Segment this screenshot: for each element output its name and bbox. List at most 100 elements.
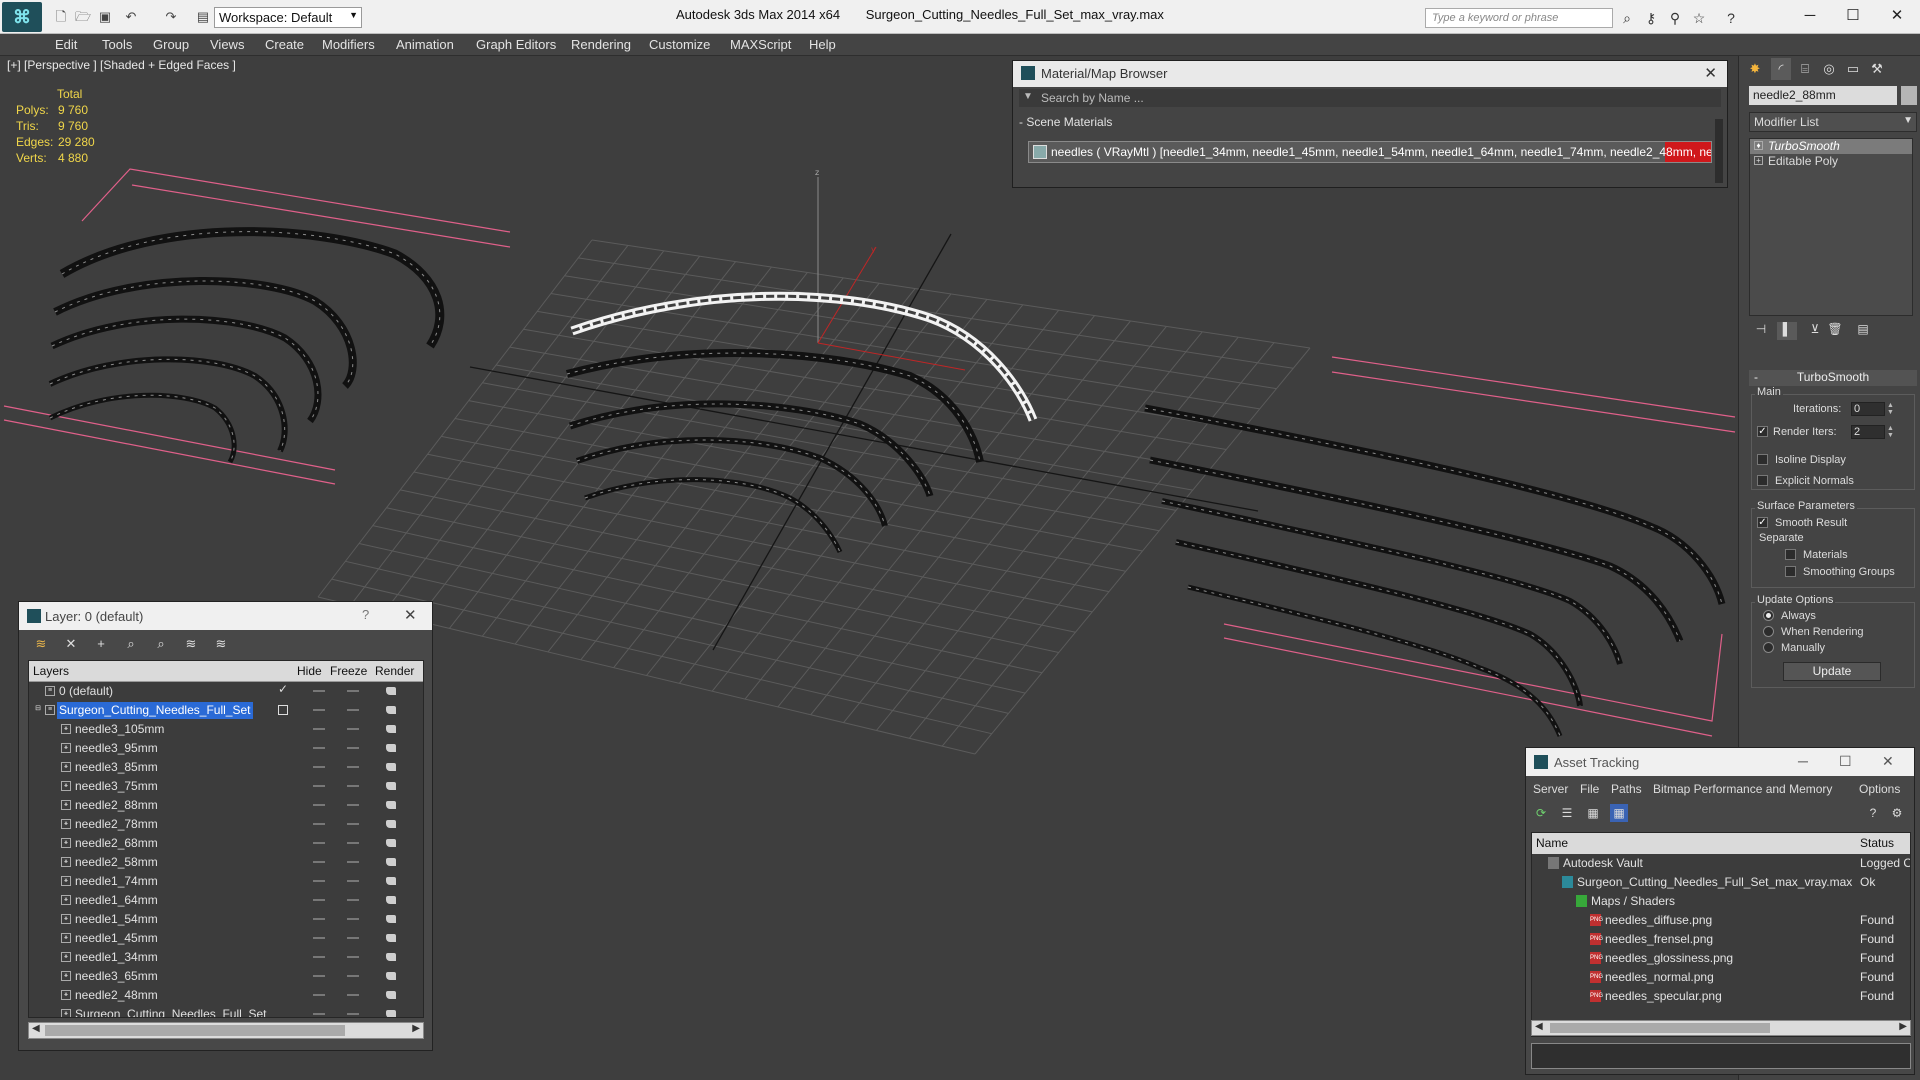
minimize-icon[interactable]: ─ — [1795, 4, 1825, 28]
new-file-icon[interactable]: 🗋 — [52, 8, 70, 26]
menu-create[interactable]: Create — [265, 37, 304, 52]
freeze-toggle[interactable] — [347, 994, 359, 996]
spinner-arrows-icon[interactable]: ▲ ▼ — [1887, 402, 1895, 416]
scroll-left-icon[interactable]: ◀ — [1535, 1021, 1543, 1032]
utilities-tab-icon[interactable]: ⚒ — [1867, 58, 1887, 80]
menu-graph-editors[interactable]: Graph Editors — [476, 37, 556, 52]
asset-row[interactable]: PNG needles_frensel.png Found — [1532, 930, 1910, 949]
display-tab-icon[interactable]: ▭ — [1843, 58, 1863, 80]
help-icon[interactable]: ? — [1722, 9, 1740, 27]
menu-help[interactable]: Help — [809, 37, 836, 52]
object-row[interactable]: ⚹ needle2_78mm — [29, 815, 423, 834]
binoculars-icon[interactable]: ⌕ — [1618, 9, 1636, 27]
layer-manager-titlebar[interactable]: Layer: 0 (default) ? ✕ — [19, 602, 432, 630]
freeze-toggle[interactable] — [347, 880, 359, 882]
layer-name[interactable]: Surgeon_Cutting_Needles_Full_Set — [57, 702, 254, 719]
asset-row[interactable]: PNG needles_normal.png Found — [1532, 968, 1910, 987]
highlight-selected-icon[interactable]: ⌕ — [151, 634, 171, 654]
asset-row[interactable]: Maps / Shaders — [1532, 892, 1910, 911]
configure-modifier-sets-icon[interactable]: ▤ — [1853, 322, 1873, 340]
hierarchy-tab-icon[interactable]: ⌸ — [1795, 58, 1815, 80]
redo-icon[interactable]: ↷ — [162, 8, 180, 26]
render-iters-checkbox[interactable]: ✓ — [1757, 426, 1768, 437]
layer-row[interactable]: ⊟ ≡ Surgeon_Cutting_Needles_Full_Set — [29, 701, 423, 720]
add-to-layer-icon[interactable]: + — [91, 634, 111, 654]
object-row[interactable]: ⚹ needle1_54mm — [29, 910, 423, 929]
scroll-left-icon[interactable]: ◀ — [32, 1023, 40, 1034]
freeze-toggle[interactable] — [347, 823, 359, 825]
hide-toggle[interactable] — [313, 747, 325, 749]
freeze-toggle[interactable] — [347, 728, 359, 730]
layer-name[interactable]: 0 (default) — [57, 683, 116, 700]
render-teapot-icon[interactable] — [386, 801, 396, 809]
isoline-display-checkbox[interactable] — [1757, 454, 1768, 465]
chevron-down-icon[interactable]: ▼ — [1023, 91, 1033, 102]
asset-path-field[interactable] — [1531, 1043, 1911, 1069]
hide-toggle[interactable] — [313, 1013, 325, 1015]
object-row[interactable]: ⚹ needle2_48mm — [29, 986, 423, 1005]
refresh-icon[interactable]: ⟳ — [1532, 804, 1550, 822]
object-row[interactable]: ⚹ needle2_68mm — [29, 834, 423, 853]
render-teapot-icon[interactable] — [386, 972, 396, 980]
object-row[interactable]: ⚹ needle1_34mm — [29, 948, 423, 967]
asset-horizontal-scrollbar[interactable]: ◀ ▶ — [1531, 1020, 1911, 1036]
render-teapot-icon[interactable] — [386, 877, 396, 885]
modifier-stack[interactable]: ♦ TurboSmooth + Editable Poly — [1749, 138, 1913, 316]
hide-toggle[interactable] — [313, 880, 325, 882]
make-current-icon[interactable] — [278, 705, 288, 715]
layer-name[interactable]: needle2_78mm — [73, 816, 161, 833]
menu-options[interactable]: Options — [1859, 782, 1900, 796]
manually-radio[interactable] — [1763, 642, 1774, 653]
menu-bitmap-performance[interactable]: Bitmap Performance and Memory — [1653, 782, 1832, 796]
object-row[interactable]: ⚹ needle2_58mm — [29, 853, 423, 872]
material-browser-titlebar[interactable]: Material/Map Browser ✕ — [1013, 61, 1727, 87]
minimize-icon[interactable]: ─ — [1798, 753, 1808, 769]
materials-checkbox[interactable] — [1785, 549, 1796, 560]
render-teapot-icon[interactable] — [386, 839, 396, 847]
expand-icon[interactable]: ⊟ — [33, 705, 43, 715]
freeze-toggle[interactable] — [347, 842, 359, 844]
freeze-toggle[interactable] — [347, 766, 359, 768]
layer-name[interactable]: needle1_74mm — [73, 873, 161, 890]
close-icon[interactable]: ✕ — [1704, 64, 1717, 82]
viewport-label[interactable]: [+] [Perspective ] [Shaded + Edged Faces… — [7, 58, 236, 72]
menu-tools[interactable]: Tools — [102, 37, 132, 52]
render-teapot-icon[interactable] — [386, 934, 396, 942]
help-search-input[interactable]: Type a keyword or phrase — [1425, 8, 1613, 28]
create-layer-icon[interactable]: ≋ — [31, 634, 51, 654]
layer-name[interactable]: needle2_88mm — [73, 797, 161, 814]
freeze-toggle[interactable] — [347, 690, 359, 692]
freeze-all-layers-icon[interactable]: ≋ — [211, 634, 231, 654]
when-rendering-radio[interactable] — [1763, 626, 1774, 637]
layer-name[interactable]: needle2_68mm — [73, 835, 161, 852]
stack-item-turbosmooth[interactable]: ♦ TurboSmooth — [1750, 139, 1912, 154]
freeze-toggle[interactable] — [347, 1013, 359, 1015]
create-tab-icon[interactable]: ✸ — [1745, 58, 1765, 80]
hide-toggle[interactable] — [313, 690, 325, 692]
layer-name[interactable]: needle3_75mm — [73, 778, 161, 795]
render-teapot-icon[interactable] — [386, 915, 396, 923]
hide-toggle[interactable] — [313, 975, 325, 977]
column-header-render[interactable]: Render — [375, 664, 414, 678]
layer-name[interactable]: Surgeon_Cutting_Needles_Full_Set — [73, 1006, 269, 1017]
layer-row[interactable]: ≡ 0 (default) ✓ — [29, 682, 423, 701]
undo-icon[interactable]: ↶ — [122, 8, 140, 26]
list-view-icon[interactable]: ☰ — [1558, 804, 1576, 822]
hide-toggle[interactable] — [313, 918, 325, 920]
expand-icon[interactable]: + — [1754, 156, 1763, 165]
menu-rendering[interactable]: Rendering — [571, 37, 631, 52]
menu-paths[interactable]: Paths — [1611, 782, 1642, 796]
stack-item-editable-poly[interactable]: + Editable Poly — [1750, 154, 1912, 169]
object-row[interactable]: ⚹ needle1_64mm — [29, 891, 423, 910]
expand-icon[interactable] — [33, 686, 43, 696]
iterations-spinner[interactable]: 0 — [1851, 402, 1885, 416]
project-folder-icon[interactable]: ▤ — [194, 8, 212, 26]
layer-name[interactable]: needle2_48mm — [73, 987, 161, 1004]
render-teapot-icon[interactable] — [386, 744, 396, 752]
hide-toggle[interactable] — [313, 709, 325, 711]
asset-row[interactable]: PNG needles_specular.png Found — [1532, 987, 1910, 1006]
make-unique-icon[interactable]: ⊻ — [1805, 322, 1825, 340]
motion-tab-icon[interactable]: ◎ — [1819, 58, 1839, 80]
object-color-swatch[interactable] — [1901, 86, 1917, 105]
render-teapot-icon[interactable] — [386, 991, 396, 999]
